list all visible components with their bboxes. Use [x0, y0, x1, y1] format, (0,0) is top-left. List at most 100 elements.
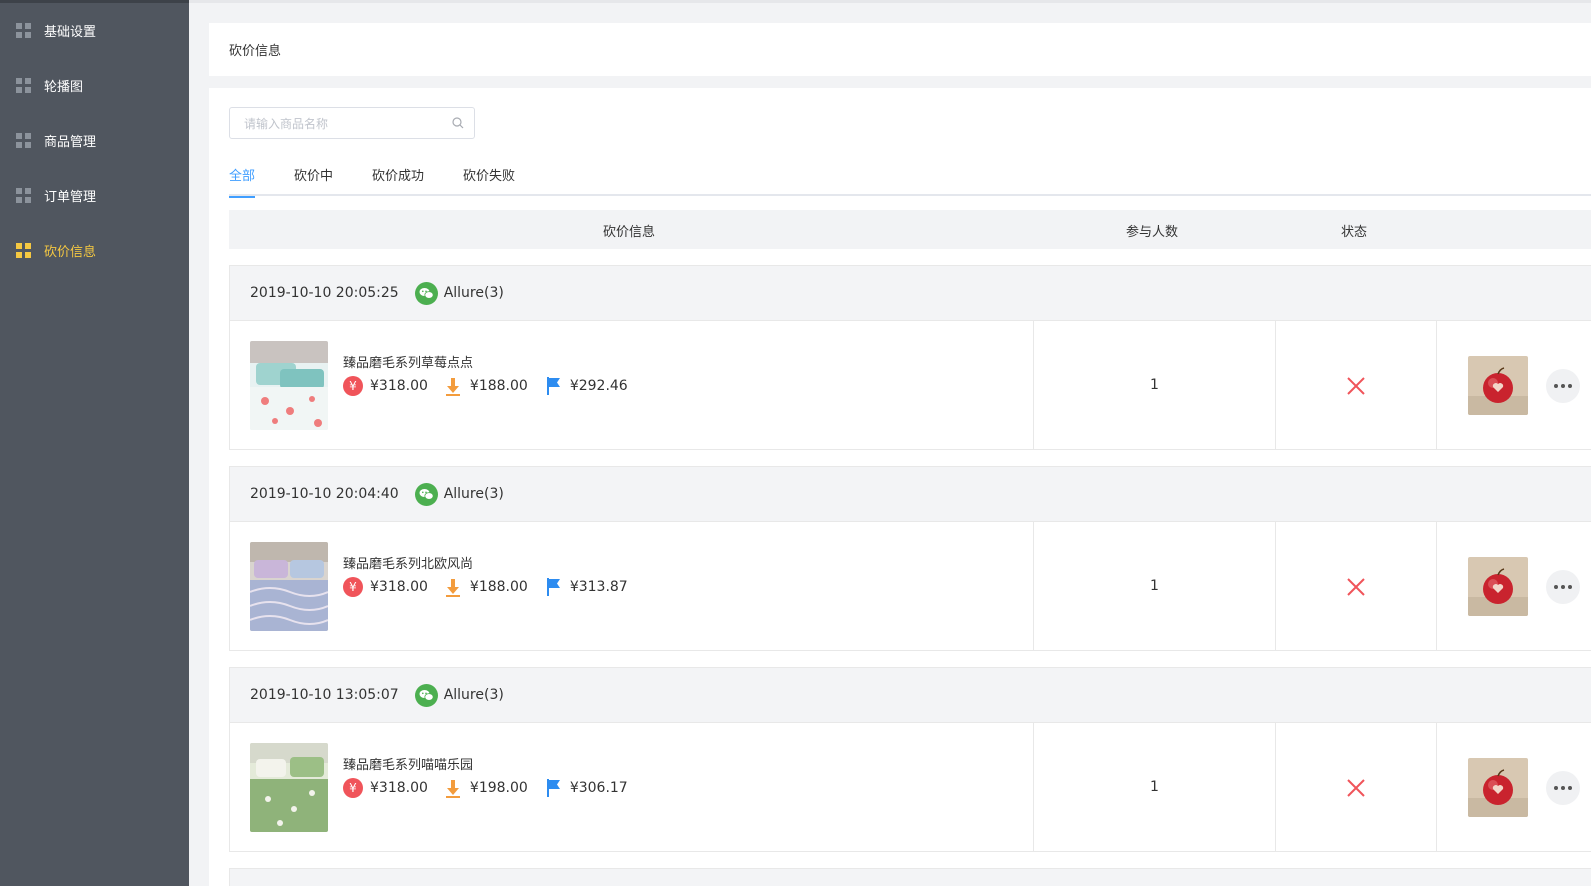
product-name[interactable]: 臻品磨毛系列喵喵乐园	[343, 754, 473, 773]
table-header: 砍价信息 参与人数 状态	[229, 210, 1591, 249]
sidebar-item-products[interactable]: 商品管理	[0, 113, 189, 168]
header-status: 状态	[1341, 225, 1368, 240]
order-user: Allure(3)	[443, 687, 504, 703]
top-bar	[189, 0, 1591, 3]
header-bargain-info: 砍价信息	[603, 225, 656, 240]
product-image[interactable]	[250, 542, 328, 631]
current-price: ¥292.46	[569, 378, 628, 394]
sidebar-item-bargain[interactable]: 砍价信息	[0, 223, 189, 278]
more-icon[interactable]	[1546, 570, 1580, 604]
current-price: ¥306.17	[569, 780, 628, 796]
search-input[interactable]: 请输入商品名称	[229, 107, 475, 139]
original-price: ¥318.00	[370, 378, 428, 394]
arrow-down-icon	[443, 778, 463, 798]
participant-count: 1	[1150, 779, 1159, 795]
product-name[interactable]: 臻品磨毛系列草莓点点	[343, 352, 473, 371]
grid-icon	[16, 188, 31, 203]
grid-icon	[16, 133, 31, 148]
header-participants: 参与人数	[1126, 225, 1179, 240]
yen-icon: ¥	[343, 778, 363, 798]
close-icon	[1347, 377, 1365, 395]
column-divider	[1436, 723, 1437, 852]
column-divider	[1436, 522, 1437, 651]
product-image[interactable]	[250, 341, 328, 430]
page-title: 砍价信息	[229, 44, 282, 59]
yen-icon: ¥	[343, 376, 363, 396]
wechat-icon	[414, 482, 438, 506]
column-divider	[1033, 723, 1034, 852]
column-divider	[1033, 522, 1034, 651]
order-user: Allure(3)	[443, 285, 504, 301]
floor-price: ¥198.00	[469, 780, 528, 796]
order-body: 臻品磨毛系列北欧风尚 ¥ ¥318.00 ¥188.00 ¥313.87 1	[230, 522, 1591, 651]
column-divider	[1275, 522, 1276, 651]
order-body: 臻品磨毛系列草莓点点 ¥ ¥318.00 ¥188.00 ¥292.46 1	[230, 321, 1591, 450]
sidebar-item-label: 订单管理	[44, 190, 97, 205]
flag-icon	[543, 778, 563, 798]
column-divider	[1275, 321, 1276, 450]
arrow-down-icon	[443, 376, 463, 396]
wechat-icon	[414, 281, 438, 305]
current-price: ¥313.87	[569, 579, 628, 595]
tab-success[interactable]: 砍价成功	[372, 166, 424, 196]
product-name[interactable]: 臻品磨毛系列北欧风尚	[343, 553, 473, 572]
participant-count: 1	[1150, 377, 1159, 393]
order-body: 臻品磨毛系列喵喵乐园 ¥ ¥318.00 ¥198.00 ¥306.17 1	[230, 723, 1591, 852]
more-icon[interactable]	[1546, 369, 1580, 403]
order-user: Allure(3)	[443, 486, 504, 502]
tab-in-progress[interactable]: 砍价中	[294, 166, 333, 196]
order-card: 2019-10-10 20:05:25 Allure(3) 臻品磨毛系列草莓点点	[229, 265, 1591, 450]
grid-icon	[16, 243, 31, 258]
avatar[interactable]	[1468, 557, 1528, 616]
search-placeholder: 请输入商品名称	[244, 116, 329, 131]
sidebar: 基础设置 轮播图 商品管理 订单管理 砍价信息	[0, 0, 189, 886]
sidebar-item-label: 基础设置	[44, 25, 97, 40]
close-icon	[1347, 779, 1365, 797]
sidebar-item-orders[interactable]: 订单管理	[0, 168, 189, 223]
close-icon	[1347, 578, 1365, 596]
floor-price: ¥188.00	[469, 579, 528, 595]
original-price: ¥318.00	[370, 780, 428, 796]
arrow-down-icon	[443, 577, 463, 597]
order-time: 2019-10-10 13:05:07	[250, 687, 399, 703]
sidebar-item-carousel[interactable]: 轮播图	[0, 58, 189, 113]
order-card: 2019-10-10 13:05:07 Allure(3) 臻品磨毛系列喵喵乐园	[229, 667, 1591, 852]
sidebar-item-label: 轮播图	[44, 80, 84, 95]
column-divider	[1436, 321, 1437, 450]
more-icon[interactable]	[1546, 771, 1580, 805]
order-header	[230, 869, 1591, 886]
grid-icon	[16, 78, 31, 93]
page-title-card: 砍价信息	[209, 23, 1591, 76]
grid-icon	[16, 23, 31, 38]
yen-icon: ¥	[343, 577, 363, 597]
tab-bar: 全部 砍价中 砍价成功 砍价失败	[229, 166, 1591, 198]
order-time: 2019-10-10 20:04:40	[250, 486, 399, 502]
tab-all[interactable]: 全部	[229, 166, 256, 198]
search-icon[interactable]	[452, 117, 464, 129]
floor-price: ¥188.00	[469, 378, 528, 394]
price-row: ¥ ¥318.00 ¥188.00 ¥313.87	[343, 576, 628, 598]
tab-failed[interactable]: 砍价失败	[463, 166, 515, 196]
avatar[interactable]	[1468, 758, 1528, 817]
flag-icon	[543, 376, 563, 396]
column-divider	[1033, 321, 1034, 450]
order-header: 2019-10-10 20:05:25 Allure(3)	[230, 266, 1591, 321]
sidebar-item-basic-settings[interactable]: 基础设置	[0, 3, 189, 58]
order-card: 2019-10-10 20:04:40 Allure(3) 臻品磨毛系列北欧风尚…	[229, 466, 1591, 651]
original-price: ¥318.00	[370, 579, 428, 595]
content-card: 请输入商品名称 全部 砍价中 砍价成功 砍价失败 砍价信息 参与人数 状态 20…	[209, 88, 1591, 886]
order-header: 2019-10-10 20:04:40 Allure(3)	[230, 467, 1591, 522]
flag-icon	[543, 577, 563, 597]
price-row: ¥ ¥318.00 ¥198.00 ¥306.17	[343, 777, 628, 799]
order-header: 2019-10-10 13:05:07 Allure(3)	[230, 668, 1591, 723]
order-time: 2019-10-10 20:05:25	[250, 285, 399, 301]
order-card-partial	[229, 868, 1591, 886]
main-area: 砍价信息 请输入商品名称 全部 砍价中 砍价成功 砍价失败 砍价信息 参与人数 …	[189, 0, 1591, 886]
participant-count: 1	[1150, 578, 1159, 594]
avatar[interactable]	[1468, 356, 1528, 415]
column-divider	[1275, 723, 1276, 852]
wechat-icon	[414, 683, 438, 707]
price-row: ¥ ¥318.00 ¥188.00 ¥292.46	[343, 375, 628, 397]
product-image[interactable]	[250, 743, 328, 832]
sidebar-item-label: 商品管理	[44, 135, 97, 150]
